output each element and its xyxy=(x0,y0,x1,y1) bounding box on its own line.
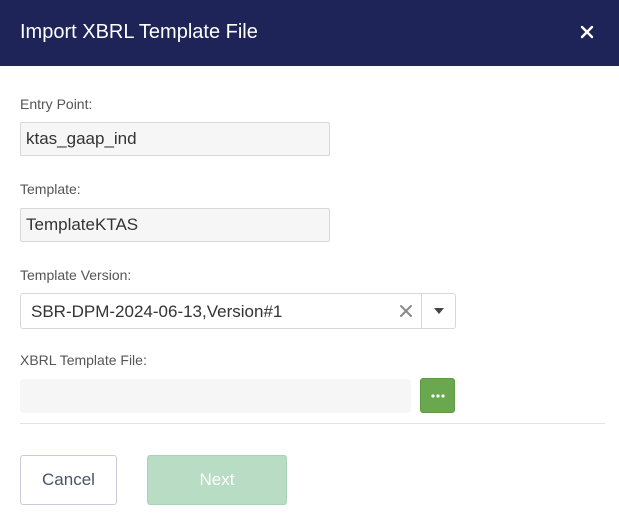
entry-point-label: Entry Point: xyxy=(20,96,93,112)
close-icon xyxy=(580,25,594,39)
browse-file-button[interactable] xyxy=(420,378,455,413)
close-button[interactable] xyxy=(574,19,600,45)
template-version-label: Template Version: xyxy=(20,267,132,283)
dialog-header: Import XBRL Template File xyxy=(0,0,619,66)
footer-divider xyxy=(20,423,605,424)
clear-icon xyxy=(400,305,412,317)
dialog-title: Import XBRL Template File xyxy=(20,21,258,43)
dropdown-toggle-button[interactable] xyxy=(422,294,455,328)
template-input[interactable] xyxy=(20,208,330,242)
template-version-select[interactable]: SBR-DPM-2024-06-13,Version#1 xyxy=(20,293,456,329)
template-label: Template: xyxy=(20,181,81,197)
clear-selection-button[interactable] xyxy=(397,302,415,320)
cancel-button[interactable]: Cancel xyxy=(20,455,117,505)
next-button[interactable]: Next xyxy=(147,455,287,505)
xbrl-file-input[interactable] xyxy=(20,379,411,413)
template-version-value: SBR-DPM-2024-06-13,Version#1 xyxy=(31,302,283,321)
caret-down-icon xyxy=(433,308,444,314)
ellipsis-icon xyxy=(430,393,445,398)
xbrl-file-label: XBRL Template File: xyxy=(20,352,147,368)
entry-point-input[interactable] xyxy=(20,122,330,156)
